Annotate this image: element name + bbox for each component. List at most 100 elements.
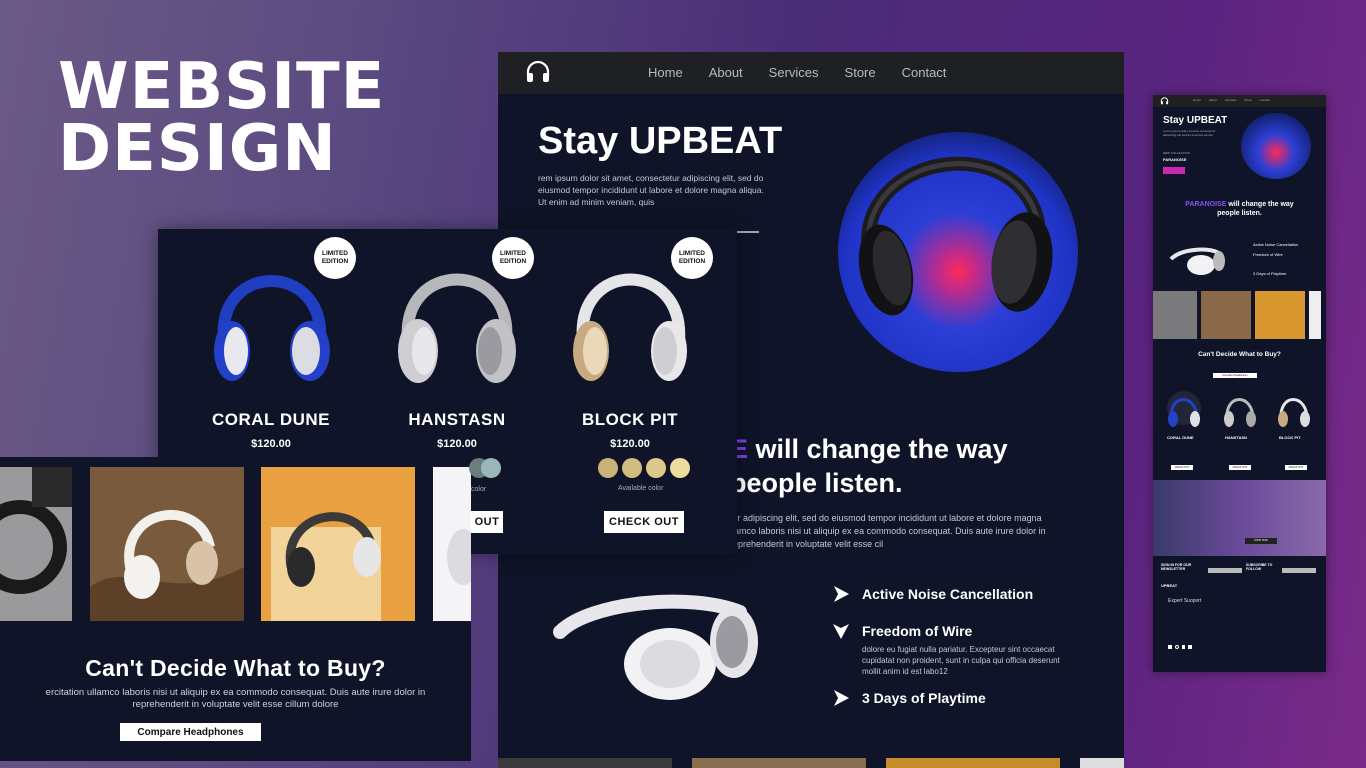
mobile-product-name: BLOCK PIT	[1279, 435, 1301, 440]
feature-label: Active Noise Cancellation	[862, 586, 1034, 602]
product-price: $120.00	[610, 438, 650, 450]
hero-title: Stay UPBEAT	[538, 120, 783, 162]
play-arrow-icon	[834, 586, 849, 602]
partial-checkout-button[interactable]: OUT	[471, 511, 503, 533]
mobile-checkout-button[interactable]: CHECK OUT	[1285, 465, 1307, 470]
nav-services[interactable]: Services	[769, 65, 819, 80]
nav-services[interactable]: Services	[1225, 98, 1237, 102]
headline-line-2: DESIGN	[58, 112, 337, 186]
change-text: tur adipiscing elit, sed do eiusmod temp…	[730, 513, 1046, 549]
product-price: $120.00	[251, 438, 291, 450]
hero-text: rem ipsum dolor sit amet, consectetur ad…	[538, 173, 764, 207]
hero-headphones-image	[858, 156, 1053, 316]
mobile-gallery	[1153, 291, 1326, 339]
mobile-hero-title: Stay UPBEAT	[1163, 115, 1228, 126]
available-color-label: Available color	[618, 485, 664, 492]
gallery-image-3[interactable]	[261, 467, 415, 621]
mobile-change-rest: will change the way	[1226, 201, 1294, 208]
gallery-image-2[interactable]	[90, 467, 244, 621]
compare-headphones-button[interactable]: Compare Headphones	[120, 723, 261, 741]
mobile-change-line-2: people listen.	[1217, 210, 1262, 217]
mobile-brand: UPBEAT	[1161, 583, 1178, 588]
gallery-image-4[interactable]	[433, 467, 471, 621]
product-price: $120.00	[437, 438, 477, 450]
mobile-support: Expert Suoport	[1168, 598, 1202, 604]
mobile-shop-button[interactable]	[1163, 167, 1185, 174]
feature-freedom-of-wire: Freedom of Wire	[832, 622, 972, 640]
limited-edition-badge: LIMITED EDITION	[492, 237, 534, 279]
checkout-button[interactable]: CHECK OUT	[604, 511, 684, 533]
limited-edition-badge: LIMITED EDITION	[314, 237, 356, 279]
headline-line-1: WEBSITE	[58, 50, 386, 124]
color-swatch[interactable]	[646, 458, 666, 478]
mobile-subscribe-input[interactable]	[1282, 568, 1316, 573]
mobile-nav-links: Home About Services Store Contact	[1193, 98, 1270, 102]
compare-text: ercitation ullamco laboris nisi ut aliqu…	[45, 687, 426, 710]
chevron-down-icon	[833, 624, 849, 639]
color-swatch[interactable]	[622, 458, 642, 478]
feature-noise-cancellation: Active Noise Cancellation	[832, 585, 1033, 603]
compare-title: Can't Decide What to Buy?	[85, 655, 386, 681]
color-swatch[interactable]	[598, 458, 618, 478]
product-name: BLOCK PIT	[581, 410, 679, 429]
mobile-compare-button[interactable]: Compare Headphones	[1213, 373, 1257, 378]
nav-contact[interactable]: Contact	[902, 65, 947, 80]
mobile-shop-now-button[interactable]: SHOP NOW	[1245, 538, 1277, 544]
mobile-new-collection: NEW COLLECTION	[1163, 151, 1191, 155]
nav-store[interactable]: Store	[1244, 98, 1251, 102]
nav-home[interactable]: Home	[648, 65, 683, 80]
bottom-gallery-strip	[498, 758, 1124, 768]
change-headline: E will change the way people listen.	[730, 432, 1008, 500]
color-swatch[interactable]	[670, 458, 690, 478]
compare-card: Can't Decide What to Buy? ercitation ull…	[0, 457, 471, 761]
color-swatch[interactable]	[481, 458, 501, 478]
limited-edition-badge: LIMITED EDITION	[671, 237, 713, 279]
instagram-icon[interactable]	[1175, 645, 1179, 649]
gallery-image-1[interactable]	[0, 467, 72, 621]
mobile-feature-1: Active Noise Cancellation	[1253, 242, 1299, 247]
white-headphones-image	[553, 594, 758, 700]
mobile-email-input[interactable]	[1208, 568, 1242, 573]
nav-links: Home About Services Store Contact	[648, 65, 946, 80]
headline: WEBSITE DESIGN	[58, 50, 386, 186]
mobile-subscribe-label: SUBSCRIBE TO FOLLOW	[1246, 563, 1273, 571]
mobile-gallery-image[interactable]	[1153, 291, 1197, 339]
mobile-product-name: HANSTASN	[1225, 435, 1247, 440]
mobile-mockup: Home About Services Store Contact Stay U…	[1153, 95, 1326, 672]
headphones-logo-icon[interactable]	[524, 60, 552, 84]
twitter-icon[interactable]	[1188, 645, 1192, 649]
partial-swatches	[469, 458, 501, 482]
nav-store[interactable]: Store	[845, 65, 876, 80]
mobile-hero-glow	[1241, 113, 1311, 179]
mobile-gallery-image[interactable]	[1201, 291, 1251, 339]
mobile-hero-text: Lorem ipsum dolor sit amet consectetur a…	[1163, 129, 1216, 137]
mobile-white-headphones-image	[1169, 247, 1225, 275]
partial-available-label: color	[471, 486, 487, 493]
mobile-product-name: CORAL DUNE	[1167, 435, 1194, 440]
nav-contact[interactable]: Contact	[1260, 98, 1270, 102]
mobile-navbar: Home About Services Store Contact	[1153, 95, 1326, 107]
mobile-gallery-image[interactable]	[1309, 291, 1321, 339]
change-line-1: will change the way	[748, 434, 1008, 464]
product-name: HANSTASN	[408, 410, 506, 429]
feature-playtime: 3 Days of Playtime	[832, 689, 986, 707]
linkedin-icon[interactable]	[1168, 645, 1172, 649]
play-arrow-icon	[834, 690, 849, 706]
nav-about[interactable]: About	[709, 65, 743, 80]
mobile-checkout-button[interactable]: CHECK OUT	[1171, 465, 1193, 470]
mobile-feature-2: Freedom of Wire	[1253, 252, 1283, 257]
nav-about[interactable]: About	[1209, 98, 1217, 102]
mobile-checkout-button[interactable]: CHECK OUT	[1229, 465, 1251, 470]
facebook-icon[interactable]	[1182, 645, 1185, 649]
headphones-logo-icon[interactable]	[1160, 97, 1169, 105]
mobile-change-headline: PARANOISE will change the way people lis…	[1153, 200, 1326, 218]
mobile-product-images	[1168, 398, 1310, 427]
feature-description: dolore eu fugiat nulla pariatur. Excepte…	[862, 645, 1060, 676]
navbar: Home About Services Store Contact	[498, 52, 1124, 94]
change-line-2: people listen.	[730, 468, 903, 498]
nav-home[interactable]: Home	[1193, 98, 1201, 102]
color-swatches	[598, 458, 690, 478]
mobile-gallery-image[interactable]	[1255, 291, 1305, 339]
mobile-banner	[1153, 480, 1326, 556]
feature-label: 3 Days of Playtime	[862, 690, 986, 706]
